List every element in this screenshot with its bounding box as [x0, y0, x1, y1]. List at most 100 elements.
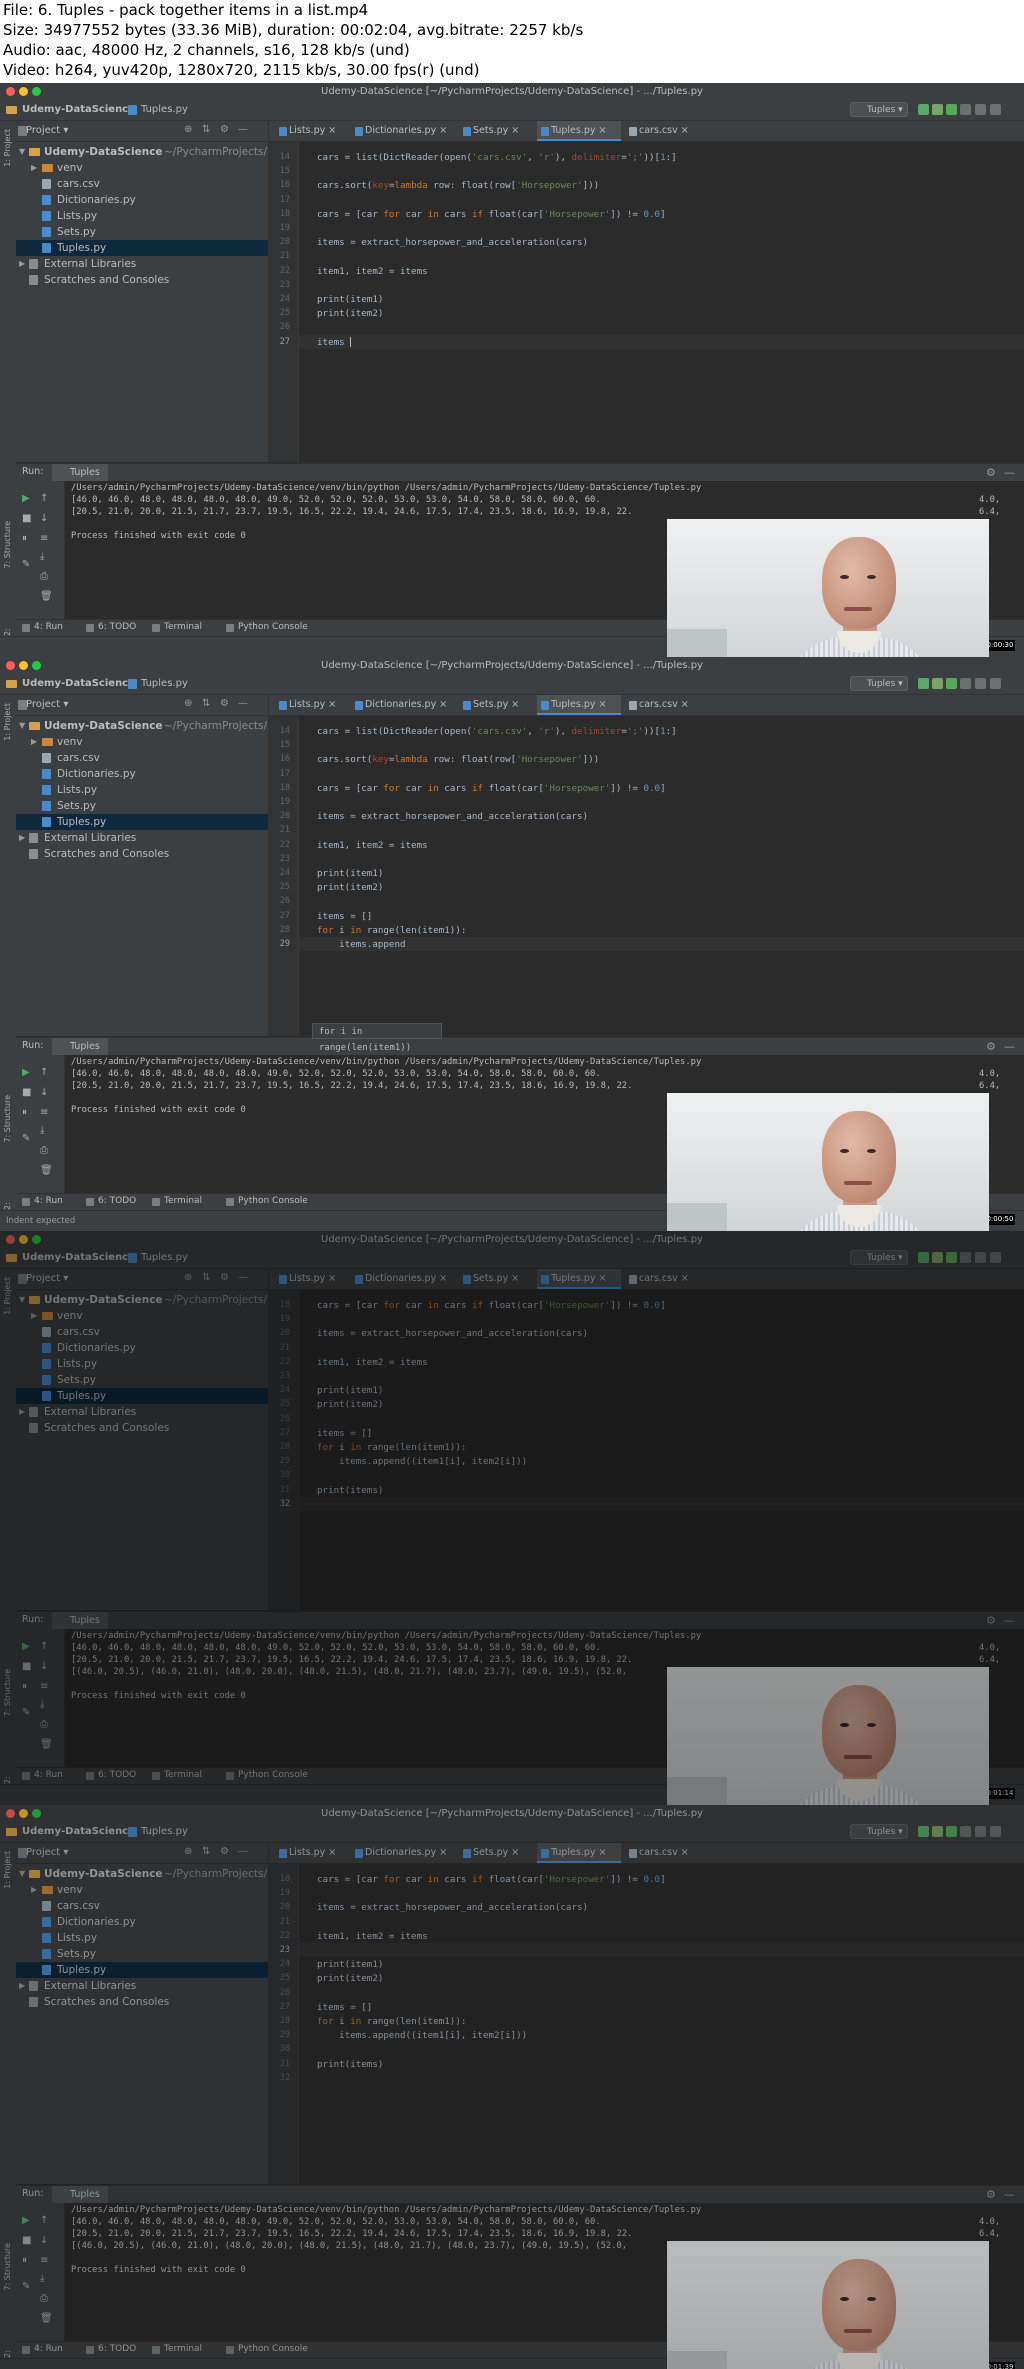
breadcrumb-project[interactable]: Udemy-DataScience: [22, 103, 135, 117]
breadcrumb-project[interactable]: Udemy-DataScience: [22, 1251, 135, 1265]
coverage-button-icon[interactable]: [946, 1252, 957, 1263]
arrow-up-icon[interactable]: ↑: [40, 2215, 48, 2227]
tab-sets[interactable]: Sets.py ×: [459, 1843, 533, 1863]
code-line[interactable]: print(item1): [317, 1385, 383, 1396]
tree-item-venv[interactable]: ▶ venv: [16, 1308, 268, 1324]
breadcrumb-file[interactable]: Tuples.py: [141, 1825, 188, 1839]
vcs-icon[interactable]: [975, 104, 986, 115]
collapse-icon[interactable]: ⇅: [202, 698, 210, 709]
chevron-right-icon[interactable]: ▶: [19, 1404, 25, 1420]
tab-tuples[interactable]: Tuples.py ×: [537, 1269, 621, 1289]
arrow-down-icon[interactable]: ↓: [40, 1087, 48, 1099]
code-line[interactable]: item1, item2 = items: [317, 266, 428, 277]
code-line[interactable]: item1, item2 = items: [317, 1931, 428, 1942]
maximize-window-icon[interactable]: [32, 87, 41, 96]
bottom-tab-python-console[interactable]: Python Console: [226, 1196, 308, 1206]
stop-icon[interactable]: ■: [22, 2235, 31, 2247]
tree-item-root[interactable]: ▼ Udemy-DataScience ~/PycharmProjects/U: [16, 1866, 275, 1882]
bottom-tab-run[interactable]: 4: Run: [22, 622, 63, 632]
code-line[interactable]: print(items): [317, 2059, 383, 2070]
tree-item-scratches[interactable]: Scratches and Consoles: [16, 272, 268, 288]
run-tab-tuples[interactable]: Tuples: [52, 2186, 108, 2203]
run-button-icon[interactable]: [918, 1252, 929, 1263]
trash-icon[interactable]: 🗑: [40, 2313, 53, 2325]
close-window-icon[interactable]: [6, 1809, 15, 1818]
debug-button-icon[interactable]: [932, 104, 943, 115]
tree-item-root[interactable]: ▼ Udemy-DataScience ~/PycharmProjects/U: [16, 1292, 275, 1308]
chevron-right-icon[interactable]: ▶: [31, 1882, 37, 1898]
hide-panel-icon[interactable]: —: [1004, 2188, 1015, 2201]
rerun-icon[interactable]: ▶: [22, 1641, 30, 1653]
pause-icon[interactable]: ⏸: [22, 1107, 27, 1119]
maximize-window-icon[interactable]: [32, 1809, 41, 1818]
tree-item-cars[interactable]: cars.csv: [16, 1898, 268, 1914]
chevron-right-icon[interactable]: ▶: [19, 1978, 25, 1994]
hide-panel-icon[interactable]: —: [238, 124, 248, 135]
gear-icon[interactable]: ⚙: [220, 1846, 229, 1857]
tab-cars[interactable]: cars.csv ×: [625, 1269, 701, 1289]
maximize-window-icon[interactable]: [32, 1235, 41, 1244]
tab-tuples[interactable]: Tuples.py ×: [537, 121, 621, 141]
tree-item-external[interactable]: ▶ External Libraries: [16, 830, 268, 846]
structure-tool-tab[interactable]: 7: Structure: [1, 1669, 15, 1717]
hide-panel-icon[interactable]: —: [1004, 1614, 1015, 1627]
close-window-icon[interactable]: [6, 87, 15, 96]
project-panel-title[interactable]: Project ▾: [26, 125, 68, 136]
debug-button-icon[interactable]: [932, 1252, 943, 1263]
search-everywhere-icon[interactable]: [990, 1826, 1001, 1837]
tree-item-scratches[interactable]: Scratches and Consoles: [16, 846, 268, 862]
collapse-icon[interactable]: ⇅: [202, 124, 210, 135]
target-icon[interactable]: ⊕: [184, 698, 192, 709]
gear-icon[interactable]: ⚙: [220, 124, 229, 135]
tab-lists[interactable]: Lists.py ×: [275, 695, 347, 715]
tab-dictionaries[interactable]: Dictionaries.py ×: [351, 1269, 455, 1289]
code-line[interactable]: print(items): [317, 1485, 383, 1496]
coverage-button-icon[interactable]: [946, 678, 957, 689]
tree-item-cars[interactable]: cars.csv: [16, 1324, 268, 1340]
vcs-icon[interactable]: [975, 1826, 986, 1837]
print-icon[interactable]: ⎙: [40, 2293, 48, 2305]
code-line[interactable]: print(item1): [317, 294, 383, 305]
arrow-up-icon[interactable]: ↑: [40, 1641, 48, 1653]
breadcrumb-file[interactable]: Tuples.py: [141, 677, 188, 691]
debug-button-icon[interactable]: [932, 678, 943, 689]
gear-icon[interactable]: ⚙: [986, 2188, 996, 2201]
stop-button-icon[interactable]: [960, 104, 971, 115]
chevron-right-icon[interactable]: ▶: [31, 160, 37, 176]
chevron-right-icon[interactable]: ▶: [31, 734, 37, 750]
target-icon[interactable]: ⊕: [184, 1846, 192, 1857]
soft-wrap-icon[interactable]: ≡: [40, 2255, 48, 2267]
code-line[interactable]: cars.sort(key=lambda row: float(row['Hor…: [317, 754, 599, 765]
run-button-icon[interactable]: [918, 104, 929, 115]
tab-sets[interactable]: Sets.py ×: [459, 695, 533, 715]
hide-panel-icon[interactable]: —: [1004, 1040, 1015, 1053]
run-tab-tuples[interactable]: Tuples: [52, 464, 108, 481]
vcs-icon[interactable]: [975, 678, 986, 689]
tree-item-sets[interactable]: Sets.py: [16, 224, 268, 240]
soft-wrap-icon[interactable]: ≡: [40, 1107, 48, 1119]
tab-sets[interactable]: Sets.py ×: [459, 121, 533, 141]
pause-icon[interactable]: ⏸: [22, 1681, 27, 1693]
project-tool-tab[interactable]: 1: Project: [1, 1277, 15, 1315]
pause-icon[interactable]: ⏸: [22, 2255, 27, 2267]
run-button-icon[interactable]: [918, 678, 929, 689]
tree-item-lists[interactable]: Lists.py: [16, 208, 268, 224]
code-line[interactable]: print(item2): [317, 1973, 383, 1984]
gear-icon[interactable]: ⚙: [986, 466, 996, 479]
code-line[interactable]: items.append((item1[i], item2[i])): [317, 2030, 527, 2041]
code-line[interactable]: cars = [car for car in cars if float(car…: [317, 1300, 666, 1311]
chevron-right-icon[interactable]: ▶: [19, 830, 25, 846]
pin-icon[interactable]: ✎: [22, 1707, 30, 1719]
hide-panel-icon[interactable]: —: [1004, 466, 1015, 479]
code-line[interactable]: print(item2): [317, 308, 383, 319]
tree-item-external[interactable]: ▶ External Libraries: [16, 1404, 268, 1420]
chevron-down-icon[interactable]: ▼: [19, 144, 25, 160]
bottom-tab-run[interactable]: 4: Run: [22, 1196, 63, 1206]
tree-item-scratches[interactable]: Scratches and Consoles: [16, 1994, 268, 2010]
close-window-icon[interactable]: [6, 1235, 15, 1244]
breadcrumb-file[interactable]: Tuples.py: [141, 103, 188, 117]
breadcrumb-project[interactable]: Udemy-DataScience: [22, 1825, 135, 1839]
tree-item-venv[interactable]: ▶ venv: [16, 160, 268, 176]
rerun-icon[interactable]: ▶: [22, 2215, 30, 2227]
code-line[interactable]: items = []: [317, 911, 372, 922]
